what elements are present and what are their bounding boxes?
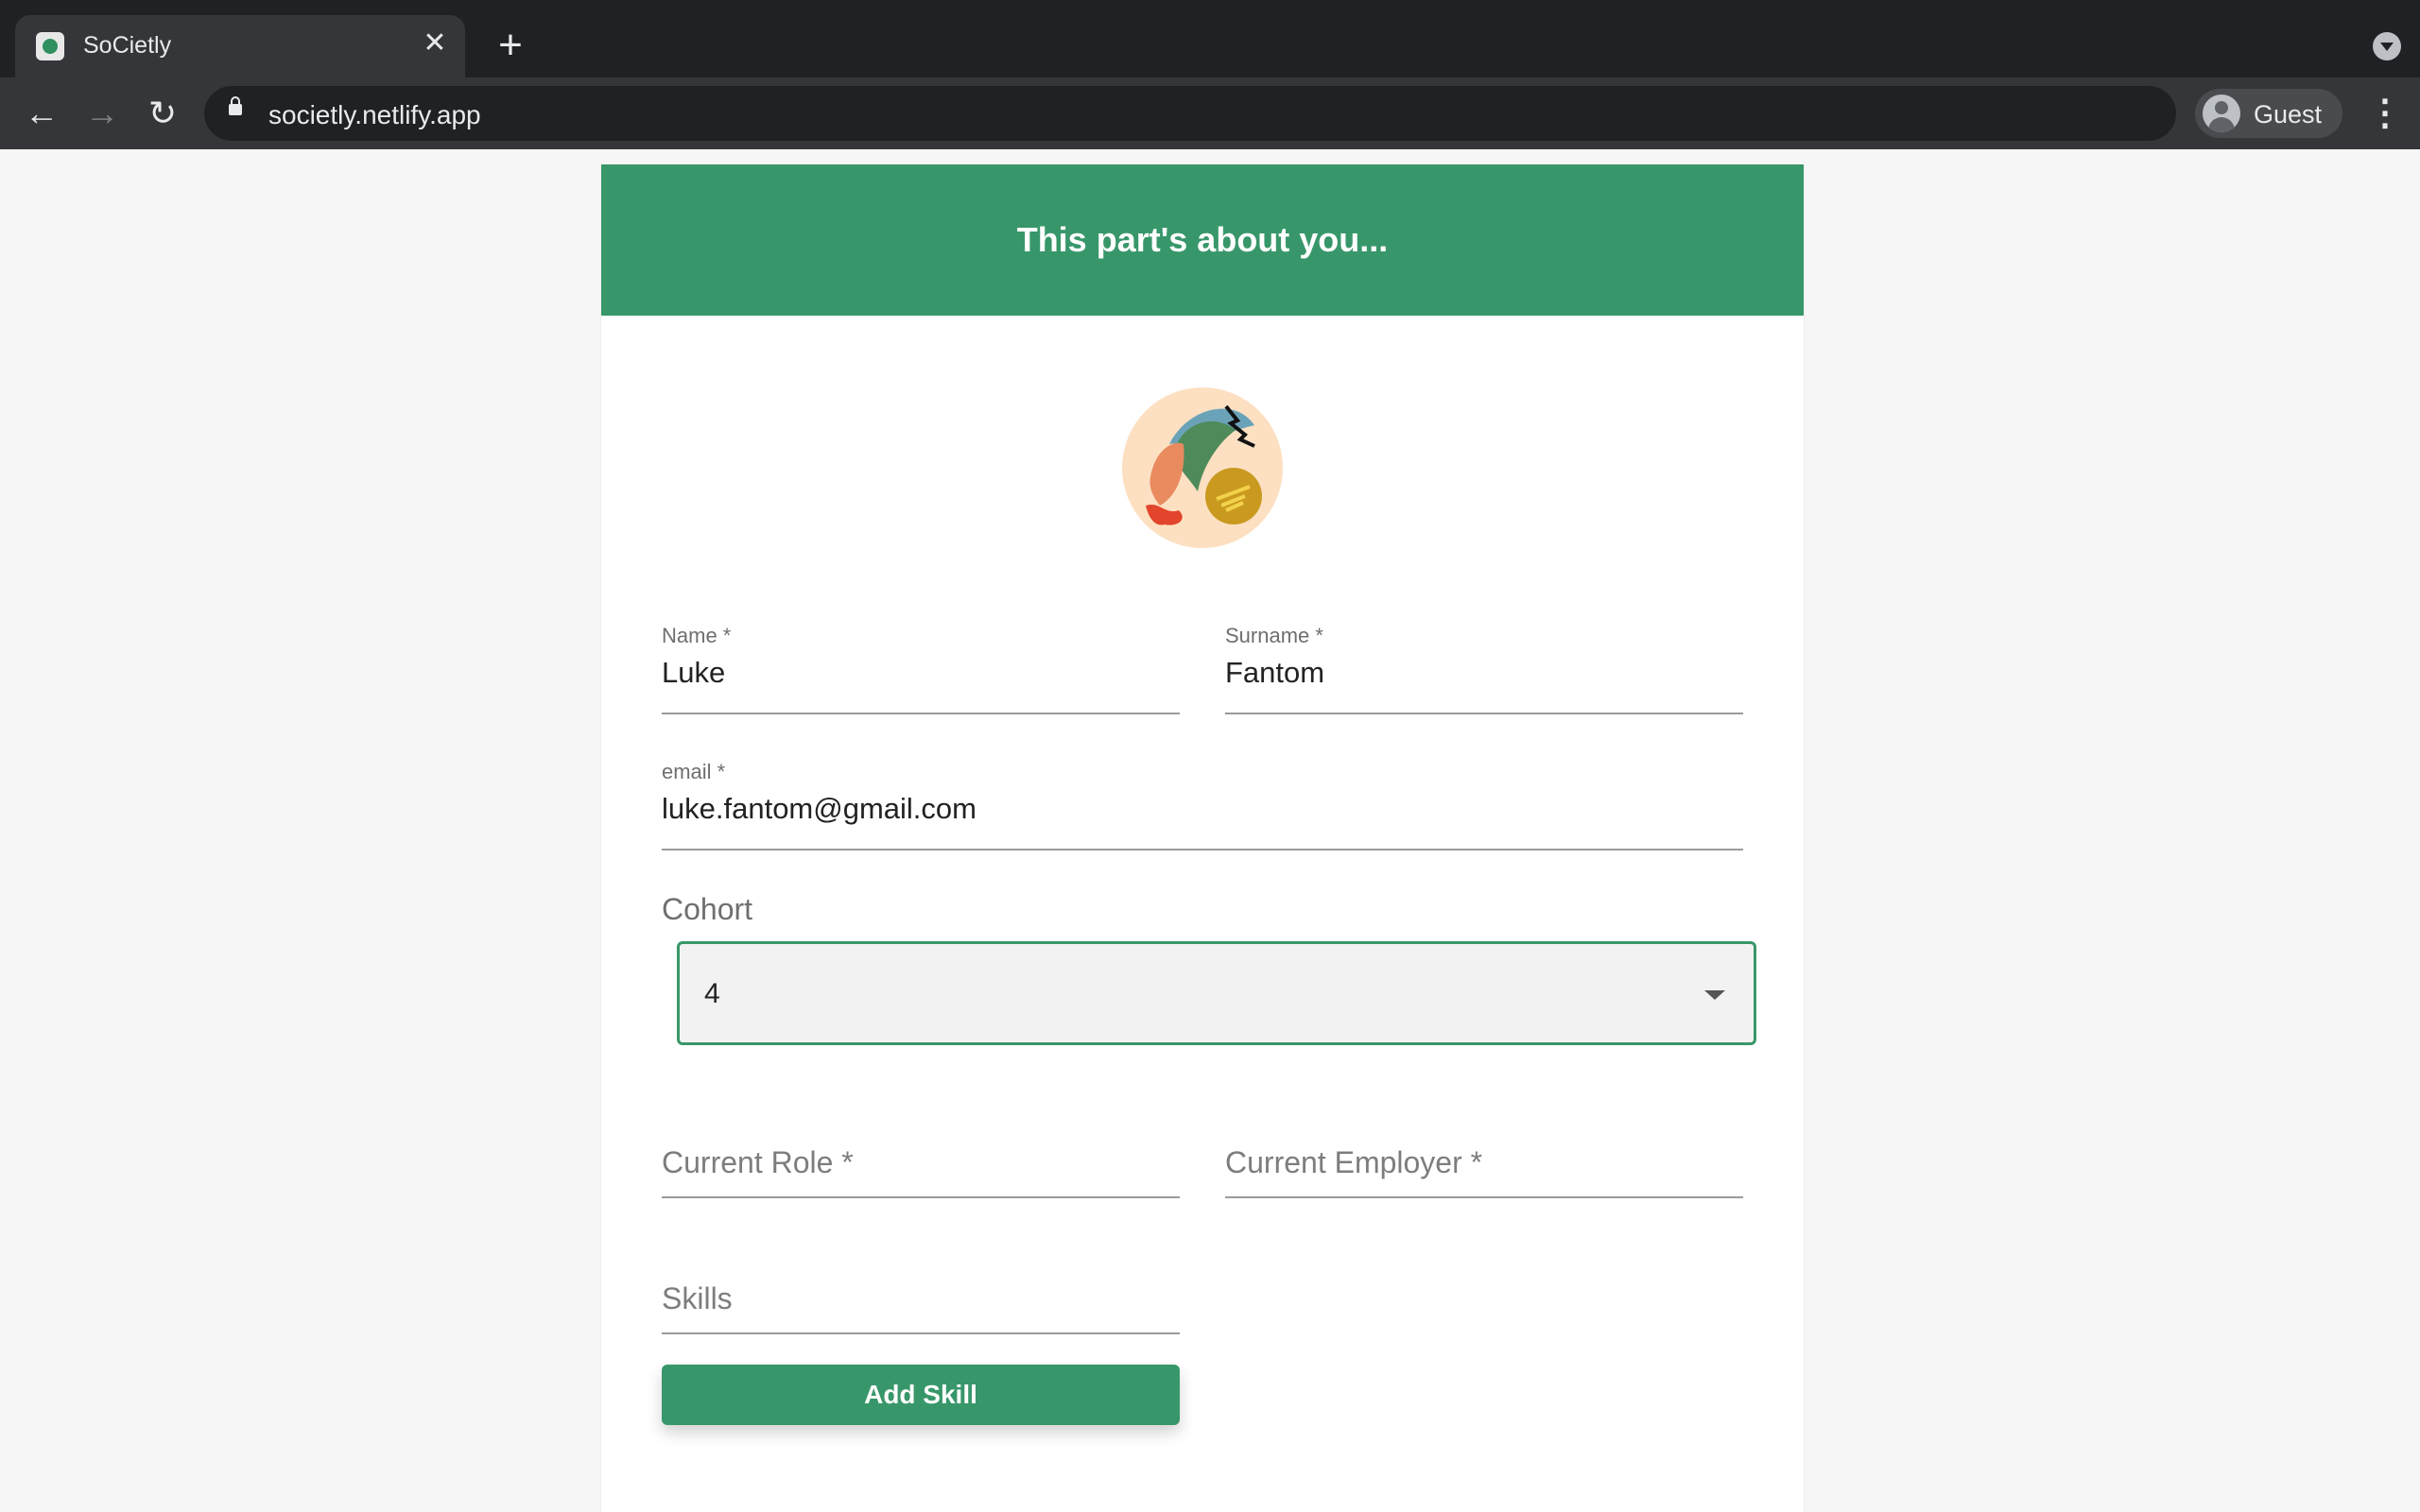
profile-button[interactable]: Guest — [2195, 89, 2342, 138]
browser-tab-bar: SoCietly ✕ + — [0, 0, 2420, 77]
close-tab-icon[interactable]: ✕ — [418, 26, 452, 60]
add-skill-button[interactable]: Add Skill — [662, 1365, 1180, 1425]
tab-search-icon[interactable] — [2373, 32, 2401, 60]
cohort-label: Cohort — [662, 892, 753, 926]
profile-avatar-icon — [2203, 94, 2240, 132]
current-role-placeholder: Current Role * — [662, 1145, 854, 1179]
browser-menu-icon[interactable]: ⋮ — [2367, 91, 2403, 136]
cohort-selected-value: 4 — [704, 978, 720, 1009]
chevron-down-icon — [1704, 990, 1725, 1000]
browser-toolbar: ← → ↻ societly.netlify.app Guest ⋮ — [0, 77, 2420, 149]
site-favicon-icon — [36, 32, 64, 60]
profile-label: Guest — [2254, 100, 2323, 129]
current-role-field[interactable]: Current Role * — [662, 1142, 1180, 1198]
surname-value[interactable]: Fantom — [1225, 656, 1324, 690]
email-field[interactable]: email * luke.fantom@gmail.com — [662, 760, 1743, 850]
name-value[interactable]: Luke — [662, 656, 725, 690]
address-bar[interactable]: societly.netlify.app — [204, 86, 2176, 141]
cohort-select[interactable]: 4 — [677, 941, 1756, 1045]
reload-icon[interactable]: ↻ — [140, 91, 185, 136]
name-label: Name * — [662, 624, 732, 647]
skills-placeholder: Skills — [662, 1281, 733, 1315]
current-employer-underline — [1225, 1196, 1743, 1198]
surname-underline — [1225, 713, 1743, 714]
name-field[interactable]: Name * Luke — [662, 624, 1180, 714]
email-value[interactable]: luke.fantom@gmail.com — [662, 792, 977, 826]
email-underline — [662, 849, 1743, 850]
email-label: email * — [662, 760, 726, 783]
name-underline — [662, 713, 1180, 714]
current-employer-placeholder: Current Employer * — [1225, 1145, 1483, 1179]
back-arrow-icon[interactable]: ← — [19, 91, 64, 136]
tab-title: SoCietly — [83, 32, 172, 59]
skills-field[interactable]: Skills — [662, 1278, 1180, 1334]
avatar-illustration-icon — [1122, 387, 1283, 548]
new-tab-icon[interactable]: + — [490, 25, 531, 66]
avatar[interactable] — [1122, 387, 1283, 548]
form-title: This part's about you... — [1016, 220, 1389, 259]
form-header: This part's about you... — [601, 164, 1804, 316]
forward-arrow-icon[interactable]: → — [79, 91, 125, 136]
current-employer-field[interactable]: Current Employer * — [1225, 1142, 1743, 1198]
browser-tab[interactable]: SoCietly ✕ — [15, 15, 465, 77]
current-role-underline — [662, 1196, 1180, 1198]
url-text: societly.netlify.app — [268, 100, 481, 129]
lock-icon — [229, 96, 242, 115]
surname-field[interactable]: Surname * Fantom — [1225, 624, 1743, 714]
surname-label: Surname * — [1225, 624, 1323, 647]
skills-underline — [662, 1332, 1180, 1334]
